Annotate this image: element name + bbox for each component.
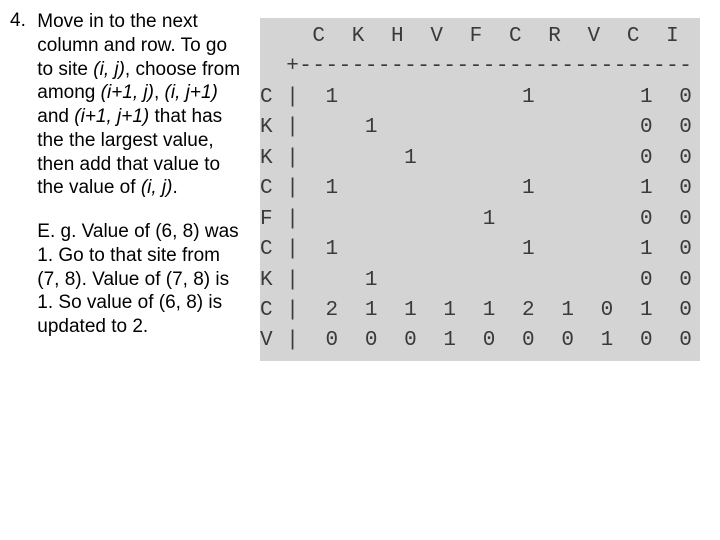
instruction-text: 4. Move in to the next column and row. T… bbox=[0, 0, 260, 540]
var-ij1: (i, j+1) bbox=[165, 82, 218, 103]
var-i1j1: (i+1, j+1) bbox=[74, 106, 149, 127]
paragraph-1: Move in to the next column and row. To g… bbox=[37, 10, 247, 200]
list-number: 4. bbox=[10, 10, 32, 32]
list-body: Move in to the next column and row. To g… bbox=[37, 10, 247, 359]
var-ij: (i, j) bbox=[93, 59, 125, 80]
text: and bbox=[37, 106, 74, 127]
paragraph-2: E. g. Value of (6, 8) was 1. Go to that … bbox=[37, 220, 247, 339]
var-i1j: (i+1, j) bbox=[101, 82, 154, 103]
var-ij-2: (i, j) bbox=[141, 177, 173, 198]
matrix-panel: C K H V F C R V C I +-------------------… bbox=[260, 0, 700, 540]
text: , bbox=[154, 82, 165, 103]
dp-matrix: C K H V F C R V C I +-------------------… bbox=[260, 18, 700, 361]
text: . bbox=[172, 177, 177, 198]
